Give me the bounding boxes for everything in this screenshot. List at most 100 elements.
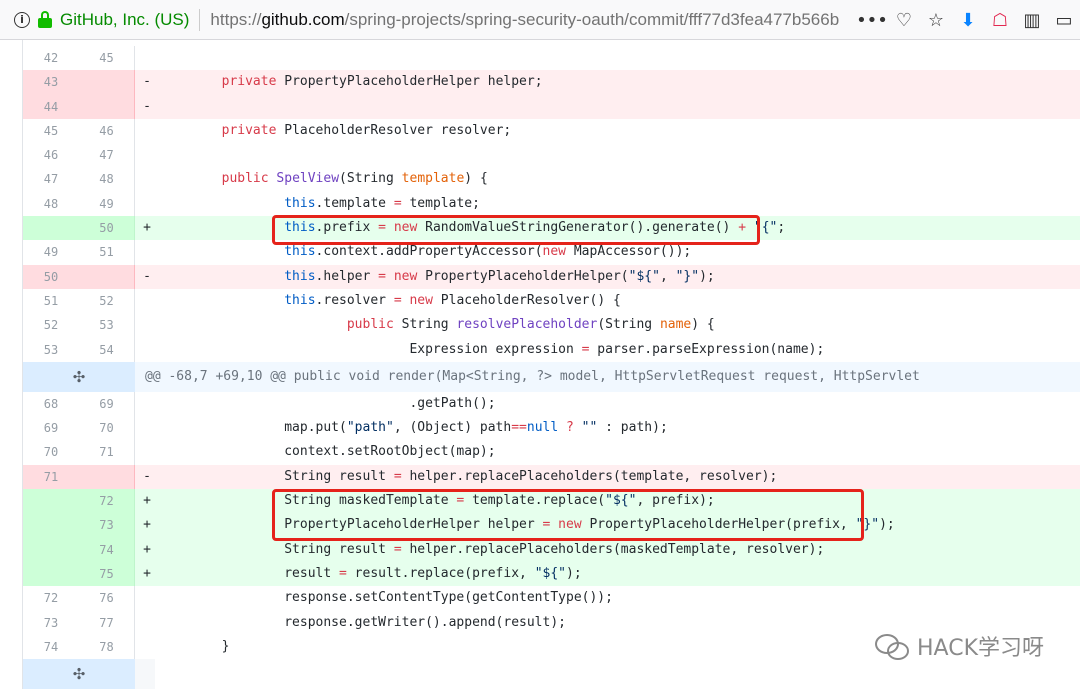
old-line-number[interactable]: [23, 561, 79, 587]
new-line-number[interactable]: [79, 264, 135, 289]
new-line-number[interactable]: 50: [79, 216, 135, 241]
home-icon[interactable]: ☖: [984, 4, 1016, 36]
info-icon[interactable]: i: [14, 11, 30, 28]
diff-marker: [135, 338, 159, 362]
old-line-number[interactable]: 68: [23, 392, 79, 416]
new-line-number[interactable]: 73: [79, 513, 135, 538]
diff-marker: -: [135, 464, 159, 490]
code-line: result = result.replace(prefix, "${");: [159, 561, 1080, 587]
old-line-number[interactable]: [23, 537, 79, 562]
code-line: String result = helper.replacePlaceholde…: [159, 464, 1080, 490]
old-line-number[interactable]: 48: [23, 192, 79, 216]
new-line-number[interactable]: 70: [79, 416, 135, 441]
old-line-number[interactable]: 50: [23, 264, 79, 289]
code-line: this.resolver = new PlaceholderResolver(…: [284, 292, 621, 308]
new-line-number[interactable]: 48: [79, 167, 135, 192]
new-line-number[interactable]: 77: [79, 610, 135, 635]
old-line-number[interactable]: 43: [23, 70, 79, 95]
new-line-number[interactable]: 53: [79, 313, 135, 338]
code-line: response.setContentType(getContentType()…: [159, 590, 613, 606]
diff-marker: [135, 240, 159, 264]
old-line-number[interactable]: 72: [23, 586, 79, 610]
diff-block-1: 42 45 43- private PropertyPlaceholderHelpe…: [23, 46, 1080, 362]
old-line-number[interactable]: 53: [23, 338, 79, 362]
url-bar[interactable]: i GitHub, Inc. (US) https://github.com/s…: [0, 0, 1080, 40]
diff-marker: [135, 143, 159, 167]
diff-marker: [135, 416, 159, 440]
context-line: 72 76 response.setContentType(getContentT…: [23, 586, 1080, 611]
code-line: this.template = template;: [284, 195, 480, 211]
new-line-number[interactable]: 46: [79, 118, 135, 144]
diff-marker: [135, 192, 159, 216]
lock-icon[interactable]: [38, 10, 54, 29]
new-line-number[interactable]: [79, 464, 135, 490]
new-line-number[interactable]: 52: [79, 288, 135, 314]
old-line-number[interactable]: 42: [23, 46, 79, 70]
new-line-number[interactable]: 74: [79, 537, 135, 562]
old-line-number[interactable]: [23, 489, 79, 514]
site-identity[interactable]: GitHub, Inc. (US): [60, 10, 189, 30]
old-line-number[interactable]: 73: [23, 611, 79, 635]
new-line-number[interactable]: 69: [79, 391, 135, 417]
old-line-number[interactable]: 46: [23, 143, 79, 167]
code-line: this.helper = new PropertyPlaceholderHel…: [159, 264, 1080, 289]
hunk-header: @@ -68,7 +69,10 @@ public void render(Ma…: [135, 361, 1080, 392]
context-line: 45 46 private PlaceholderResolver resolve…: [23, 118, 1080, 144]
star-icon[interactable]: ☆: [920, 4, 952, 36]
context-line: 48 49 this.template = template;: [23, 191, 1080, 217]
diff-marker: [135, 635, 159, 659]
context-line: 42 45: [23, 46, 1080, 71]
old-line-number[interactable]: 71: [23, 464, 79, 490]
new-line-number[interactable]: 45: [79, 46, 135, 71]
diff-marker: +: [135, 537, 159, 562]
expand-bottom-icon[interactable]: ✣: [23, 659, 135, 690]
diff-marker: [135, 586, 159, 610]
new-line-number[interactable]: 47: [79, 143, 135, 168]
url-text[interactable]: https://github.com/spring-projects/sprin…: [210, 10, 850, 30]
old-line-number[interactable]: 47: [23, 167, 79, 191]
code-line: [159, 94, 1080, 119]
deleted-line: 44 -: [23, 94, 1080, 119]
old-line-number[interactable]: 49: [23, 240, 79, 264]
new-line-number[interactable]: [79, 70, 135, 95]
diff-marker: +: [135, 513, 159, 538]
diff-marker: [135, 119, 159, 143]
new-line-number[interactable]: 71: [79, 440, 135, 465]
code-line: context.setRootObject(map);: [159, 444, 496, 460]
old-line-number[interactable]: 44: [23, 94, 79, 119]
expand-icon[interactable]: ✣: [23, 361, 135, 392]
new-line-number[interactable]: 51: [79, 240, 135, 265]
highlight-box-prefix: [272, 215, 760, 245]
pocket-icon[interactable]: ♡: [888, 4, 920, 36]
more-icon[interactable]: •••: [856, 4, 888, 36]
old-line-number[interactable]: 51: [23, 289, 79, 313]
wechat-icon: [875, 632, 909, 660]
new-line-number[interactable]: 49: [79, 191, 135, 217]
old-line-number[interactable]: 45: [23, 119, 79, 143]
toolbar-actions: ••• ♡ ☆ ⬇ ☖ ▥ ▭: [856, 0, 1080, 40]
library-icon[interactable]: ▥: [1016, 4, 1048, 36]
download-icon[interactable]: ⬇: [952, 4, 984, 36]
context-line: 68 69 .getPath();: [23, 391, 1080, 417]
deleted-line: 43 - private PropertyPlaceholderHelper he…: [23, 70, 1080, 95]
old-line-number[interactable]: 69: [23, 416, 79, 440]
new-line-number[interactable]: 72: [79, 489, 135, 514]
new-line-number[interactable]: [79, 94, 135, 119]
old-line-number[interactable]: 74: [23, 635, 79, 659]
diff-marker: +: [135, 489, 159, 514]
new-line-number[interactable]: 78: [79, 634, 135, 660]
diff-marker: [135, 440, 159, 464]
old-line-number[interactable]: 52: [23, 313, 79, 337]
code-line: public String resolvePlaceholder(String …: [346, 317, 715, 333]
added-line: 75 + result = result.replace(prefix, "${"…: [23, 561, 1080, 587]
diff-marker: -: [135, 94, 159, 119]
new-line-number[interactable]: 76: [79, 586, 135, 611]
old-line-number[interactable]: [23, 216, 79, 241]
diff-marker: [135, 313, 159, 337]
old-line-number[interactable]: [23, 513, 79, 538]
old-line-number[interactable]: 70: [23, 440, 79, 464]
new-line-number[interactable]: 75: [79, 561, 135, 587]
sidebar-icon[interactable]: ▭: [1048, 4, 1080, 36]
new-line-number[interactable]: 54: [79, 337, 135, 362]
